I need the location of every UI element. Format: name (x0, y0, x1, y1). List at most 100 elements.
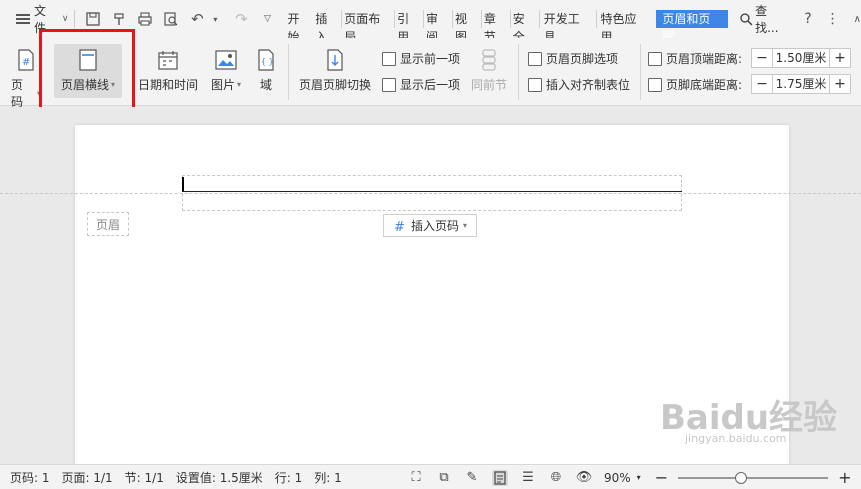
zoom-slider-thumb[interactable] (735, 471, 748, 484)
show-previous-label: 显示前一项 (400, 52, 461, 66)
header-top-distance-stepper[interactable]: − 1.50厘米 + (751, 48, 851, 68)
field-label: 域 (259, 78, 272, 92)
header-footer-options-button[interactable]: 页眉页脚选项 (528, 50, 618, 67)
show-next-icon (382, 77, 396, 92)
ribbon-separator (518, 44, 519, 100)
chevron-down-icon[interactable]: ▾ (637, 473, 641, 482)
date-time-button[interactable]: 日期和时间 (137, 48, 199, 93)
customize-toolbar-icon[interactable]: ▽ (259, 11, 275, 27)
print-icon[interactable] (137, 11, 153, 27)
fullscreen-icon[interactable]: ⛶ (408, 470, 424, 486)
focus-mode-icon[interactable]: ⧉ (436, 470, 452, 486)
header-tag: 页眉 (87, 212, 129, 236)
insert-align-tab-button[interactable]: 插入对齐制表位 (528, 76, 630, 93)
insert-align-tab-label: 插入对齐制表位 (546, 78, 631, 92)
search-button[interactable]: 查找... (740, 2, 790, 36)
date-time-label: 日期和时间 (137, 78, 198, 92)
page-number-icon: # (394, 220, 405, 233)
tab-header-footer[interactable]: 页眉和页脚 (656, 10, 729, 44)
zoom-in-button[interactable]: + (838, 468, 851, 487)
tab-view[interactable]: 视图 (453, 10, 482, 44)
zoom-control: 90% ▾ − + ⤢ (604, 465, 861, 489)
page-number-label: 页码 (11, 78, 24, 109)
chevron-down-icon: ▾ (237, 80, 242, 89)
zoom-slider[interactable] (678, 471, 829, 484)
print-preview-icon[interactable] (163, 11, 179, 27)
collapse-ribbon-icon[interactable]: ∧ (854, 14, 861, 25)
footer-bottom-distance-label: 页脚底端距离: (648, 76, 742, 93)
tab-references[interactable]: 引用 (395, 10, 425, 44)
hamburger-icon (16, 14, 30, 24)
status-page-number: 页码: 1 (10, 470, 50, 485)
svg-text:{ }: { } (261, 57, 274, 66)
show-next-button[interactable]: 显示后一项 (382, 76, 460, 93)
same-as-previous-label: 同前节 (470, 78, 507, 92)
picture-label: 图片 (210, 78, 235, 92)
zoom-out-button[interactable]: − (655, 468, 668, 487)
increase-button[interactable]: + (830, 75, 850, 93)
increase-button[interactable]: + (830, 49, 850, 67)
tab-sections[interactable]: 章节 (482, 10, 511, 44)
chevron-down-icon[interactable]: ▾ (207, 11, 223, 27)
same-as-previous-button[interactable]: 同前节 (469, 48, 509, 93)
zoom-level[interactable]: 90% (604, 471, 631, 485)
eye-protection-icon[interactable]: 👁︎ (576, 470, 593, 486)
decrease-button[interactable]: − (752, 75, 772, 93)
insert-page-number-button[interactable]: # 插入页码 ▾ (383, 214, 477, 237)
header-top-distance-value[interactable]: 1.50厘米 (772, 49, 830, 67)
tab-home[interactable]: 开始 (285, 10, 313, 44)
format-painter-icon[interactable] (111, 11, 127, 27)
footer-bottom-distance-value[interactable]: 1.75厘米 (772, 75, 830, 93)
header-rule-line (182, 191, 682, 192)
more-icon[interactable]: ⋮ (826, 11, 840, 27)
tab-page-layout[interactable]: 页面布局 (342, 10, 396, 44)
status-section: 节: 1/1 (124, 470, 164, 485)
header-top-distance-text: 页眉顶端距离: (666, 52, 743, 66)
footer-bottom-distance-stepper[interactable]: − 1.75厘米 + (751, 74, 851, 94)
watermark-url: jingyan.baidu.com (685, 432, 787, 445)
show-previous-button[interactable]: 显示前一项 (382, 50, 460, 67)
picture-button[interactable]: 图片 ▾ (208, 48, 244, 93)
status-column: 列: 1 (314, 470, 342, 485)
text-cursor (182, 177, 184, 191)
tab-special-features[interactable]: 特色应用 (597, 10, 653, 44)
header-footer-switch-label: 页眉页脚切换 (298, 78, 371, 92)
save-icon[interactable] (85, 11, 101, 27)
link-icon (478, 48, 500, 72)
header-footer-switch-button[interactable]: 页眉页脚切换 (297, 48, 373, 93)
header-top-distance-label: 页眉顶端距离: (648, 50, 742, 67)
help-icon[interactable]: ? (804, 11, 811, 27)
chevron-down-icon: ▾ (463, 221, 468, 230)
header-footer-options-label: 页眉页脚选项 (546, 52, 619, 66)
decrease-button[interactable]: − (752, 49, 772, 67)
svg-text:#: # (394, 220, 405, 233)
redo-icon[interactable]: ↷ (233, 10, 249, 28)
page-view-icon[interactable] (492, 469, 508, 486)
web-view-icon[interactable]: 🌐︎ (548, 470, 564, 486)
ribbon-separator (288, 44, 289, 100)
status-pages[interactable]: 页面: 1/1 (62, 469, 113, 486)
align-tab-icon (528, 77, 542, 92)
switch-icon (324, 48, 346, 72)
pen-icon[interactable]: ✎ (464, 470, 480, 486)
status-row: 行: 1 (274, 470, 303, 485)
tab-developer[interactable]: 开发工具 (540, 10, 597, 44)
show-next-label: 显示后一项 (400, 78, 461, 92)
quick-access-toolbar: ↶ ▾ ↷ ▽ (81, 10, 279, 28)
status-bar: 页码: 1 页面: 1/1 节: 1/1 设置值: 1.5厘米 行: 1 列: … (0, 464, 861, 489)
field-button[interactable]: { } 域 (254, 48, 278, 93)
page-number-icon: # (15, 48, 37, 72)
undo-icon[interactable]: ↶ (189, 10, 205, 28)
chevron-down-icon: ∨ (61, 14, 69, 24)
tab-review[interactable]: 审阅 (424, 10, 453, 44)
outline-view-icon[interactable]: ☰ (520, 470, 536, 486)
page-number-button[interactable]: # 页码 ▾ (11, 48, 41, 110)
options-icon (528, 51, 542, 66)
footer-distance-icon (648, 77, 662, 92)
tab-insert[interactable]: 插入 (313, 10, 343, 44)
svg-text:#: # (22, 57, 30, 68)
tab-security[interactable]: 安全 (511, 10, 540, 44)
search-label: 查找... (755, 4, 779, 35)
view-mode-icons: ⛶ ⧉ ✎ ☰ 🌐︎ 👁︎ (408, 465, 592, 489)
header-boundary (0, 193, 861, 194)
